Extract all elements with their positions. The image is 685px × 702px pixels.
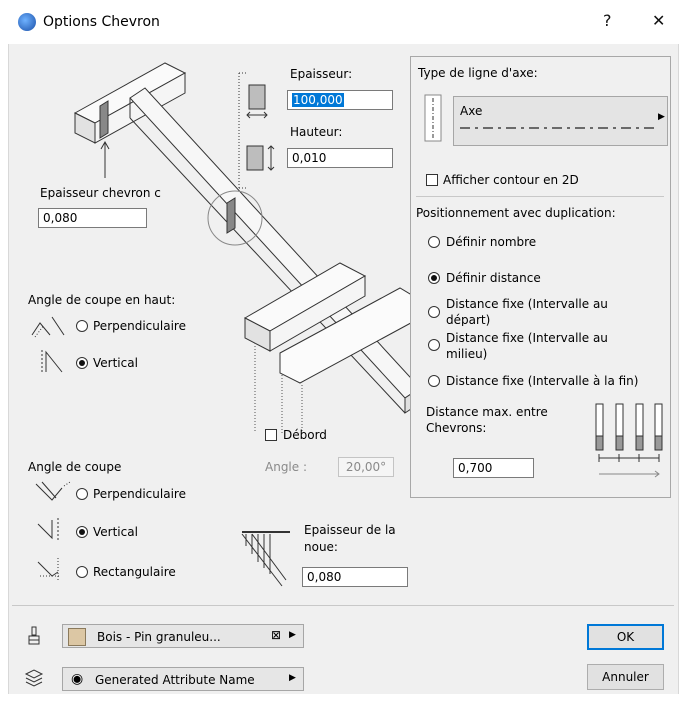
axis-line-name: Axe bbox=[460, 104, 483, 118]
fixed-distance-middle-label: Distance fixe (Intervalle au bbox=[446, 331, 608, 345]
material-brush-icon bbox=[28, 626, 40, 645]
debord-checkbox[interactable] bbox=[265, 429, 277, 441]
fixed-distance-start-label-2: départ) bbox=[446, 313, 491, 326]
fixed-distance-start-label: Distance fixe (Intervalle au bbox=[446, 297, 608, 311]
cut-vertical-radio[interactable] bbox=[76, 526, 88, 538]
max-distance-field[interactable]: 0,700 bbox=[453, 458, 534, 478]
valley-thickness-icon bbox=[241, 531, 290, 587]
cut-vertical-label: Vertical bbox=[93, 525, 138, 539]
cut-rectangular-label: Rectangulaire bbox=[93, 565, 176, 579]
bottom-separator bbox=[12, 605, 674, 606]
define-count-radio[interactable] bbox=[428, 236, 440, 248]
separator bbox=[416, 196, 664, 197]
debord-label: Débord bbox=[283, 428, 327, 442]
top-cut-vertical-icon bbox=[41, 350, 63, 373]
archicad-app-icon bbox=[18, 13, 36, 31]
close-button[interactable]: ✕ bbox=[652, 11, 665, 30]
axis-line-arrow-icon: ▶ bbox=[658, 112, 665, 122]
material-name: Bois - Pin granuleu... bbox=[97, 630, 221, 644]
define-distance-radio[interactable] bbox=[428, 272, 440, 284]
material-arrow-icon: ▶ bbox=[289, 630, 296, 640]
height-icon bbox=[246, 145, 275, 171]
cut-perpendicular-icon bbox=[35, 481, 71, 501]
axis-line-pattern bbox=[460, 127, 655, 129]
hauteur-field[interactable]: 0,010 bbox=[287, 148, 393, 168]
epaisseur-field[interactable]: 100,000 bbox=[287, 90, 393, 110]
fixed-distance-start-radio[interactable] bbox=[428, 306, 440, 318]
fixed-distance-end-label: Distance fixe (Intervalle à la fin) bbox=[446, 374, 639, 388]
material-picker-icon: ⊠ bbox=[271, 628, 282, 642]
define-distance-label: Définir distance bbox=[446, 271, 541, 285]
fixed-distance-end-radio[interactable] bbox=[428, 375, 440, 387]
layer-selector[interactable]: ◉ Generated Attribute Name ▶ bbox=[62, 667, 304, 691]
fixed-distance-middle-label-2: milieu) bbox=[446, 347, 488, 360]
debord-angle-field[interactable]: 20,00° bbox=[338, 457, 394, 477]
show-contour-label: Afficher contour en 2D bbox=[443, 173, 579, 187]
axis-line-type-selector[interactable]: Axe ▶ bbox=[453, 96, 668, 146]
rafter-spacing-icon bbox=[595, 403, 663, 478]
noue-label-line1: Epaisseur de la bbox=[304, 523, 396, 537]
top-cut-vertical-radio[interactable] bbox=[76, 357, 88, 369]
ok-button[interactable]: OK bbox=[587, 624, 664, 650]
define-count-label: Définir nombre bbox=[446, 235, 537, 249]
epaisseur-label: Epaisseur: bbox=[290, 67, 353, 81]
angle-label: Angle : bbox=[265, 460, 308, 474]
layers-icon bbox=[24, 669, 44, 687]
chevron-thickness-label: Epaisseur chevron c bbox=[40, 186, 161, 200]
noue-thickness-field[interactable]: 0,080 bbox=[302, 567, 408, 587]
top-cut-perpendicular-radio[interactable] bbox=[76, 320, 88, 332]
fixed-distance-middle-radio[interactable] bbox=[428, 339, 440, 351]
top-cut-vertical-label: Vertical bbox=[93, 356, 138, 370]
window-title: Options Chevron bbox=[43, 14, 160, 30]
max-distance-label-2: Chevrons: bbox=[426, 421, 487, 435]
positioning-title: Positionnement avec duplication: bbox=[416, 206, 616, 220]
show-contour-checkbox[interactable] bbox=[426, 174, 438, 186]
chevron-thickness-field[interactable]: 0,080 bbox=[38, 208, 147, 228]
cut-rectangular-radio[interactable] bbox=[76, 566, 88, 578]
title-bar: Options Chevron ? ✕ bbox=[0, 0, 685, 44]
top-cut-perpendicular-icon bbox=[31, 316, 65, 338]
cut-angle-title: Angle de coupe bbox=[28, 460, 122, 474]
material-swatch bbox=[68, 628, 86, 646]
material-selector[interactable]: Bois - Pin granuleu... ⊠ ▶ bbox=[62, 624, 304, 648]
layer-name: Generated Attribute Name bbox=[95, 673, 255, 687]
noue-label-line2: noue: bbox=[304, 540, 338, 554]
layer-arrow-icon: ▶ bbox=[289, 673, 296, 683]
cancel-button[interactable]: Annuler bbox=[587, 664, 664, 690]
cut-rectangular-icon bbox=[37, 558, 60, 580]
cut-vertical-icon bbox=[37, 518, 59, 540]
thickness-icon bbox=[246, 84, 268, 119]
max-distance-label-1: Distance max. entre bbox=[426, 405, 548, 419]
top-cut-title: Angle de coupe en haut: bbox=[28, 293, 176, 307]
axis-line-preview-icon bbox=[424, 94, 442, 142]
cut-perpendicular-label: Perpendiculaire bbox=[93, 487, 186, 501]
axis-line-title: Type de ligne d'axe: bbox=[418, 66, 538, 80]
help-button[interactable]: ? bbox=[603, 11, 612, 30]
eye-icon: ◉ bbox=[71, 671, 84, 687]
cut-perpendicular-radio[interactable] bbox=[76, 488, 88, 500]
epaisseur-value: 100,000 bbox=[292, 93, 344, 107]
hauteur-label: Hauteur: bbox=[290, 125, 343, 139]
top-cut-perpendicular-label: Perpendiculaire bbox=[93, 319, 186, 333]
